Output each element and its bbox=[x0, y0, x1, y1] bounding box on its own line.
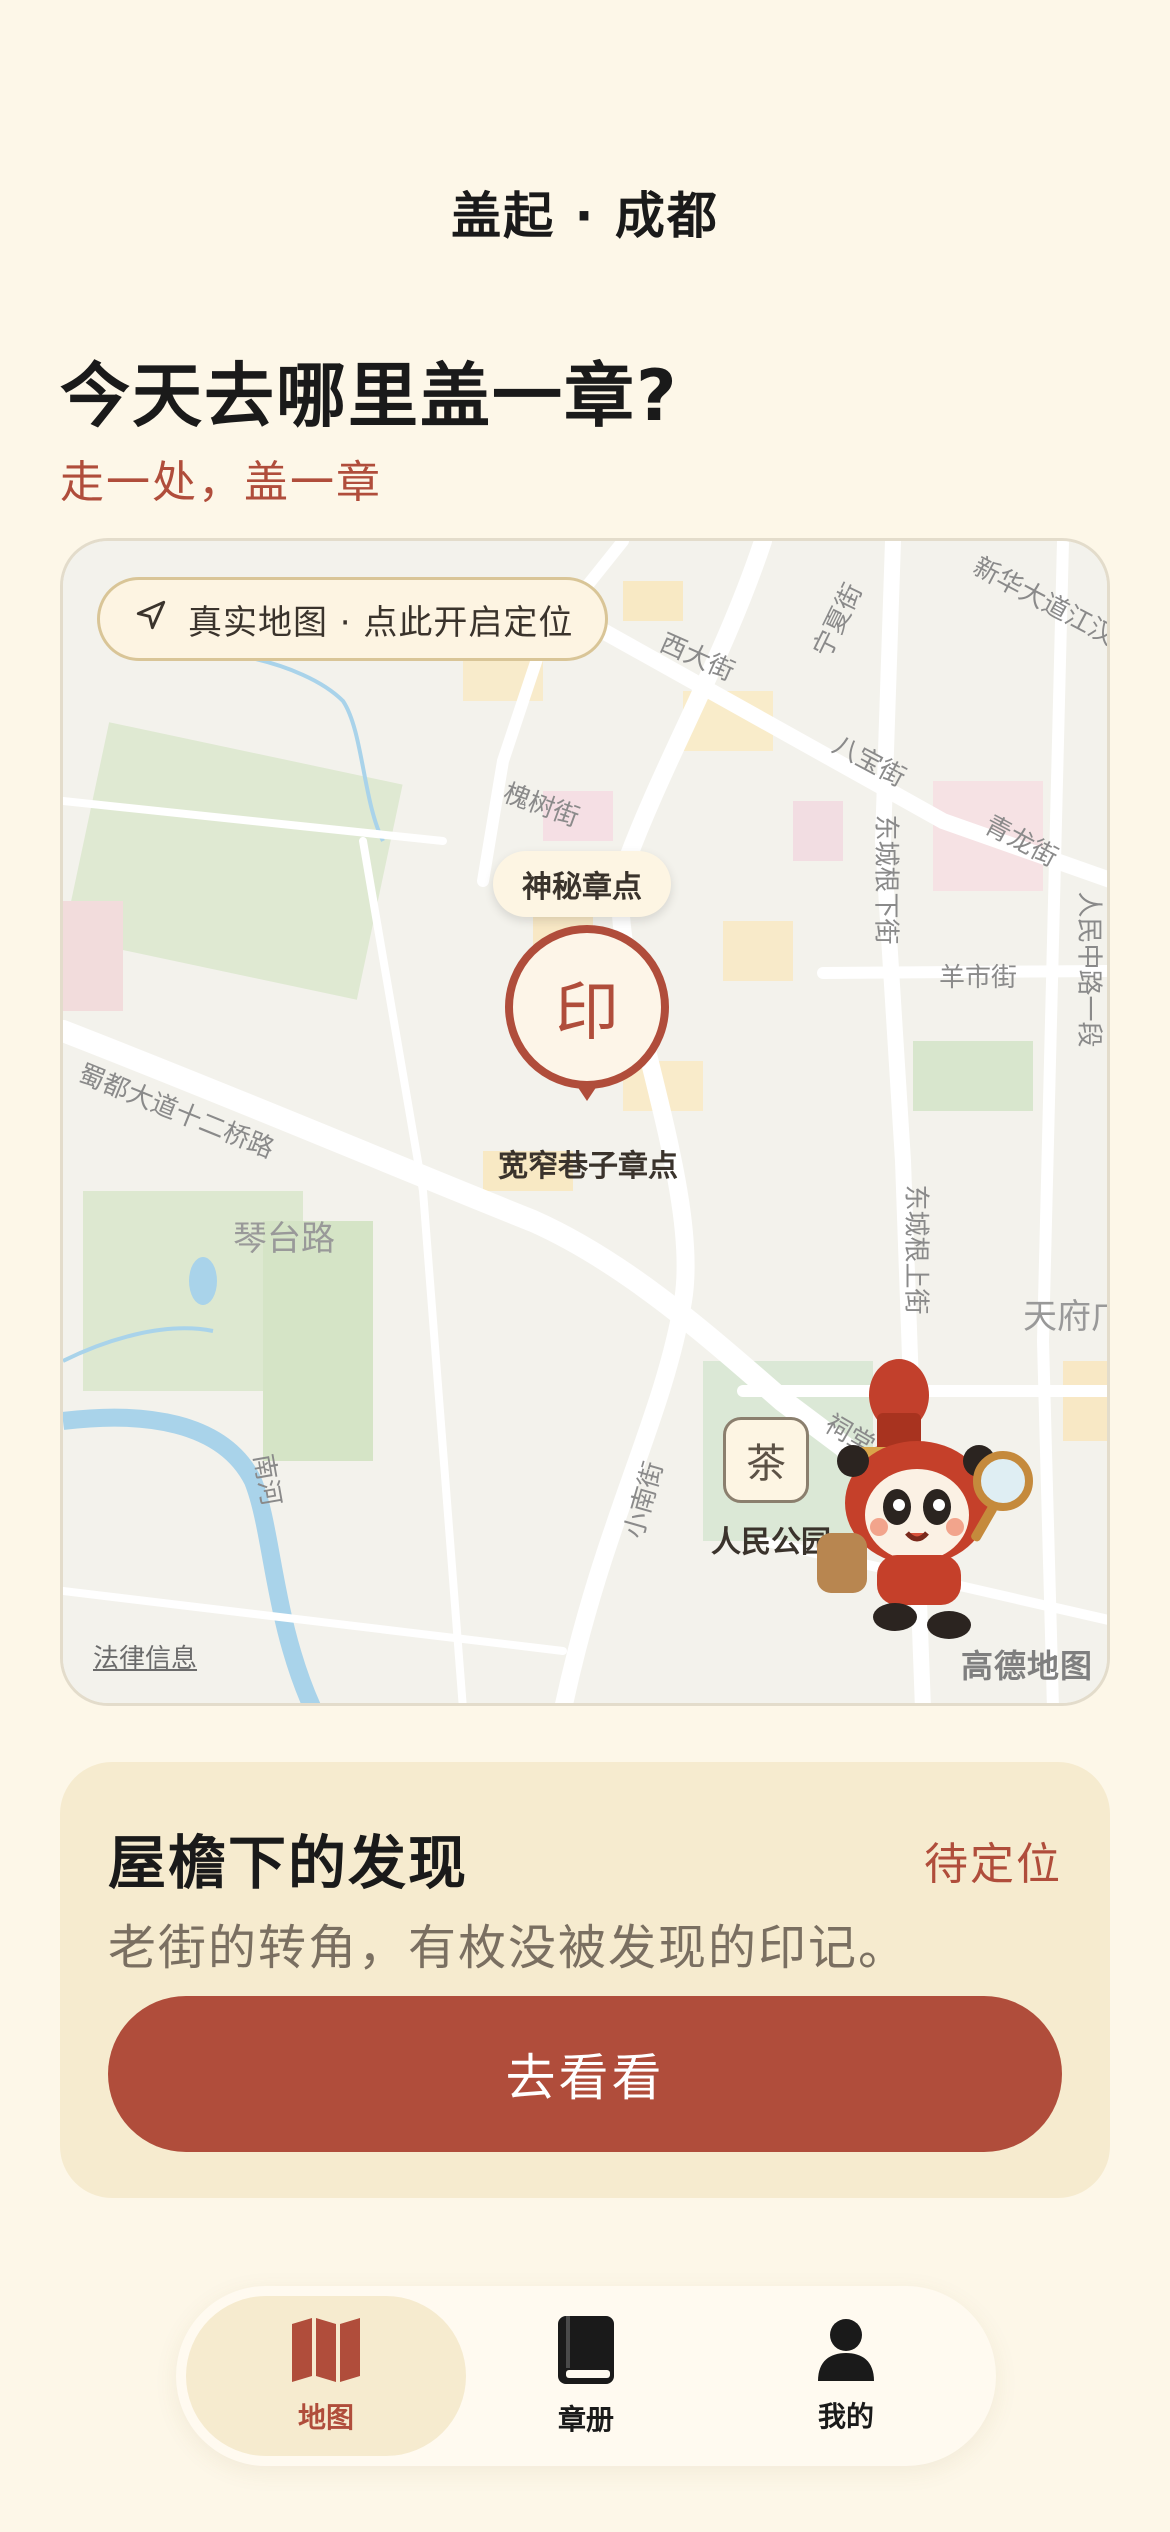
tab-label: 地图 bbox=[297, 2401, 354, 2434]
page-subheadline: 走一处，盖一章 bbox=[60, 457, 382, 508]
person-icon bbox=[816, 2317, 876, 2387]
card-title: 屋檐下的发现 bbox=[108, 1829, 469, 1897]
map-view[interactable]: 真实地图 · 点此开启定位 新华大道江汉 西大街 宁夏街 八宝街 槐树街 东城根… bbox=[60, 538, 1110, 1706]
tab-label: 章册 bbox=[557, 2403, 614, 2436]
mystery-stamp-label[interactable]: 神秘章点 bbox=[493, 851, 671, 917]
bottom-tab-bar: 地图 章册 我的 bbox=[176, 2286, 996, 2466]
road-label: 东城根上街 bbox=[900, 1184, 931, 1315]
tab-profile[interactable]: 我的 bbox=[706, 2296, 986, 2456]
go-see-button[interactable]: 去看看 bbox=[108, 1996, 1062, 2152]
locate-button[interactable]: 真实地图 · 点此开启定位 bbox=[97, 577, 609, 661]
tea-house-pin[interactable]: 茶 bbox=[723, 1417, 809, 1503]
card-description: 老街的转角，有枚没被发现的印记。 bbox=[108, 1920, 909, 1976]
road-label: 东城根下街 bbox=[870, 814, 901, 945]
stamp-pin[interactable]: 印 bbox=[505, 925, 669, 1089]
legal-info-link[interactable]: 法律信息 bbox=[93, 1638, 197, 1675]
location-status-badge: 待定位 bbox=[924, 1839, 1062, 1890]
stamp-pin-tail bbox=[575, 1083, 599, 1101]
road-label: 天府广 bbox=[1023, 1297, 1107, 1337]
map-provider-logo: 高德地图 bbox=[960, 1647, 1093, 1685]
road-label: 人民中路一段 bbox=[1073, 891, 1104, 1048]
page-headline: 今天去哪里盖一章? bbox=[60, 355, 679, 437]
locate-label: 真实地图 · 点此开启定位 bbox=[188, 602, 574, 643]
road-label: 琴台路 bbox=[233, 1219, 335, 1259]
tab-map[interactable]: 地图 bbox=[186, 2296, 466, 2456]
tab-stamp-book[interactable]: 章册 bbox=[446, 2296, 726, 2456]
discovery-card: 屋檐下的发现 待定位 老街的转角，有枚没被发现的印记。 去看看 bbox=[60, 1762, 1110, 2198]
road-label: 羊市街 bbox=[939, 963, 1018, 993]
panda-mascot-illustration bbox=[807, 1343, 1047, 1647]
map-icon bbox=[290, 2316, 362, 2388]
app-title: 盖起 · 成都 bbox=[451, 187, 719, 245]
stamp-location-name: 宽窄巷子章点 bbox=[498, 1149, 678, 1184]
book-icon bbox=[556, 2314, 616, 2390]
tab-label: 我的 bbox=[817, 2400, 874, 2433]
navigation-arrow-icon bbox=[134, 598, 168, 641]
